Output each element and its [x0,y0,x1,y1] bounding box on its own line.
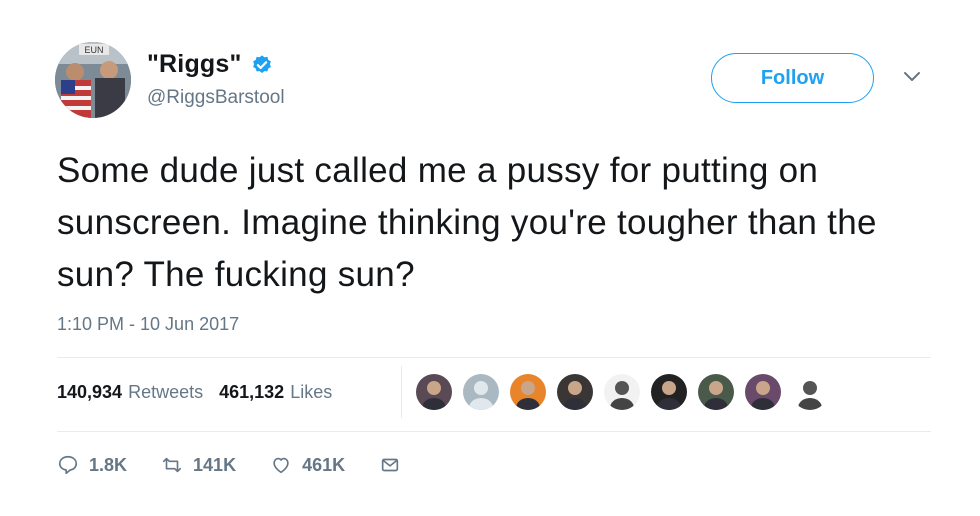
liker-avatar-2[interactable] [463,374,499,410]
tweet-text: Some dude just called me a pussy for put… [57,151,877,294]
tweet-card: EUN "Riggs" @RiggsBarstool Follow Some d… [0,0,980,516]
tweet-timestamp[interactable]: 1:10 PM - 10 Jun 2017 [57,314,239,335]
heart-icon [273,457,289,474]
likes-label[interactable]: Likes [290,382,332,403]
reply-button[interactable]: 1.8K [57,454,127,476]
reply-icon [58,455,78,475]
retweets-label[interactable]: Retweets [128,382,203,403]
likes-count[interactable]: 461,132 [219,382,284,403]
tweet-stats: 140,934 Retweets 461,132 Likes [57,382,348,403]
tweet-actions: 1.8K 141K 461K [57,454,435,476]
retweet-icon [162,457,182,473]
stats-separator [401,366,402,418]
verified-badge-icon [252,54,271,73]
reply-count: 1.8K [89,454,128,475]
retweet-count: 141K [193,454,237,475]
liker-avatar-5[interactable] [604,374,640,410]
liker-avatar-3[interactable] [510,374,546,410]
like-button[interactable]: 461K [270,454,345,476]
divider-top [57,357,931,358]
retweets-count[interactable]: 140,934 [57,382,122,403]
author-display-name[interactable]: "Riggs" [147,50,242,79]
liker-avatar-1[interactable] [416,374,452,410]
liker-avatar-4[interactable] [557,374,593,410]
retweet-button[interactable]: 141K [161,454,236,476]
author-handle[interactable]: @RiggsBarstool [147,87,285,109]
liker-avatar-8[interactable] [745,374,781,410]
chevron-down-icon[interactable] [903,70,921,84]
envelope-icon [381,458,399,472]
divider-bottom [57,431,931,432]
follow-button[interactable]: Follow [711,53,874,103]
liker-avatar-7[interactable] [698,374,734,410]
avatar-sign-text: EUN [84,45,103,55]
liker-avatar-6[interactable] [651,374,687,410]
author-avatar[interactable]: EUN [55,42,131,118]
liker-avatar-9[interactable] [792,374,828,410]
liked-by-avatars [416,374,839,410]
direct-message-button[interactable] [379,454,401,476]
like-count: 461K [302,454,346,475]
author-name-row: "Riggs" [147,50,273,79]
